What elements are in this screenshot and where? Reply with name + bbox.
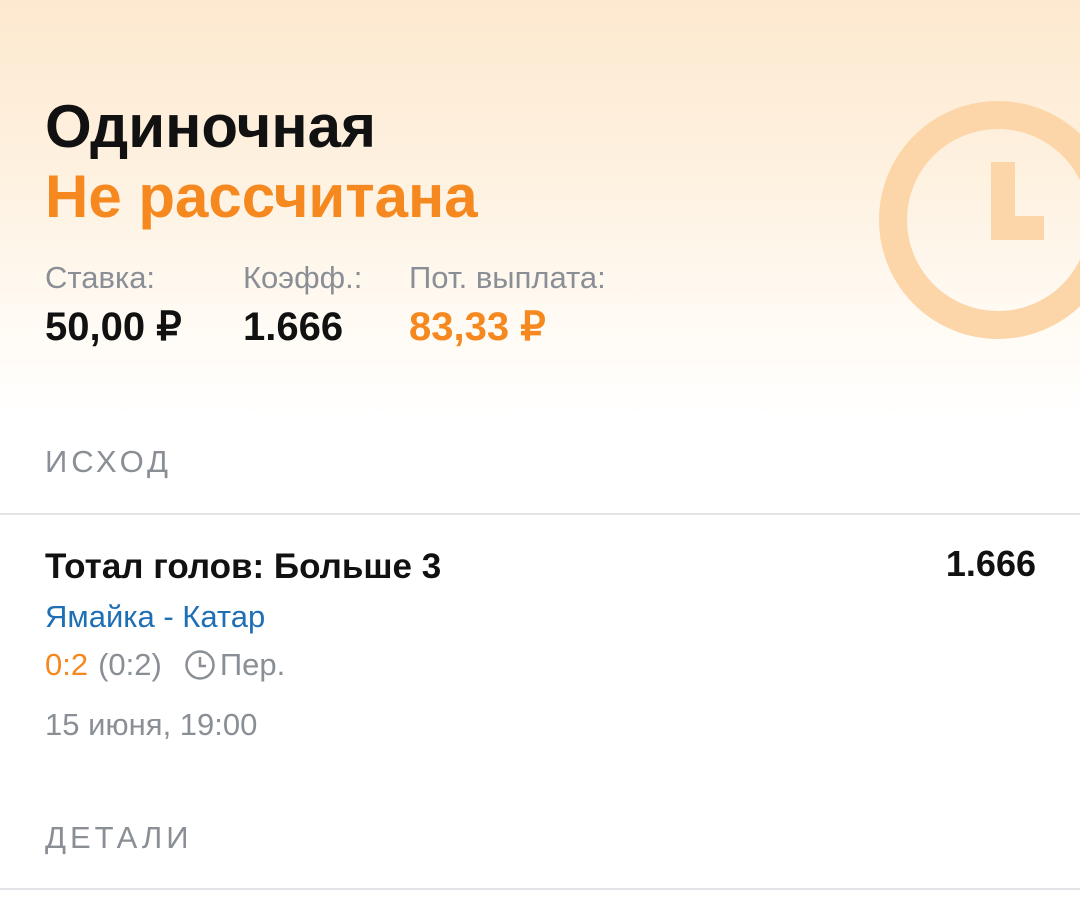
half-score: (0:2) — [98, 647, 162, 682]
score-row: 0:2 (0:2) Пер. — [45, 645, 285, 685]
stake-label: Ставка: — [45, 260, 156, 295]
clock-icon — [185, 650, 215, 680]
payout-label: Пот. выплата: — [409, 260, 606, 295]
payout-value: 83,33 ₽ — [409, 305, 546, 349]
outcome-section-label: ИСХОД — [45, 444, 173, 479]
coefficient-value: 1.666 — [243, 305, 344, 349]
clock-icon — [879, 101, 1080, 339]
current-score: 0:2 — [45, 647, 89, 682]
outcome-divider — [0, 513, 1080, 515]
outcome-odds: 1.666 — [945, 543, 1036, 584]
bet-type-title: Одиночная — [45, 93, 376, 160]
bet-status: Не рассчитана — [45, 163, 478, 230]
match-period: Пер. — [219, 647, 286, 682]
match-teams-link[interactable]: Ямайка - Катар — [45, 597, 265, 637]
details-section-label: ДЕТАЛИ — [45, 820, 193, 855]
details-divider — [0, 888, 1080, 890]
coefficient-label: Коэфф.: — [243, 260, 363, 295]
match-date: 15 июня, 19:00 — [45, 707, 258, 742]
stake-stat: Ставка: 50,00 ₽ — [45, 260, 182, 350]
coefficient-stat: Коэфф.: 1.666 — [243, 260, 362, 350]
stake-value: 50,00 ₽ — [45, 305, 182, 349]
payout-stat: Пот. выплата: 83,33 ₽ — [409, 260, 606, 350]
market-name: Тотал голов: Больше 3 — [45, 547, 442, 586]
